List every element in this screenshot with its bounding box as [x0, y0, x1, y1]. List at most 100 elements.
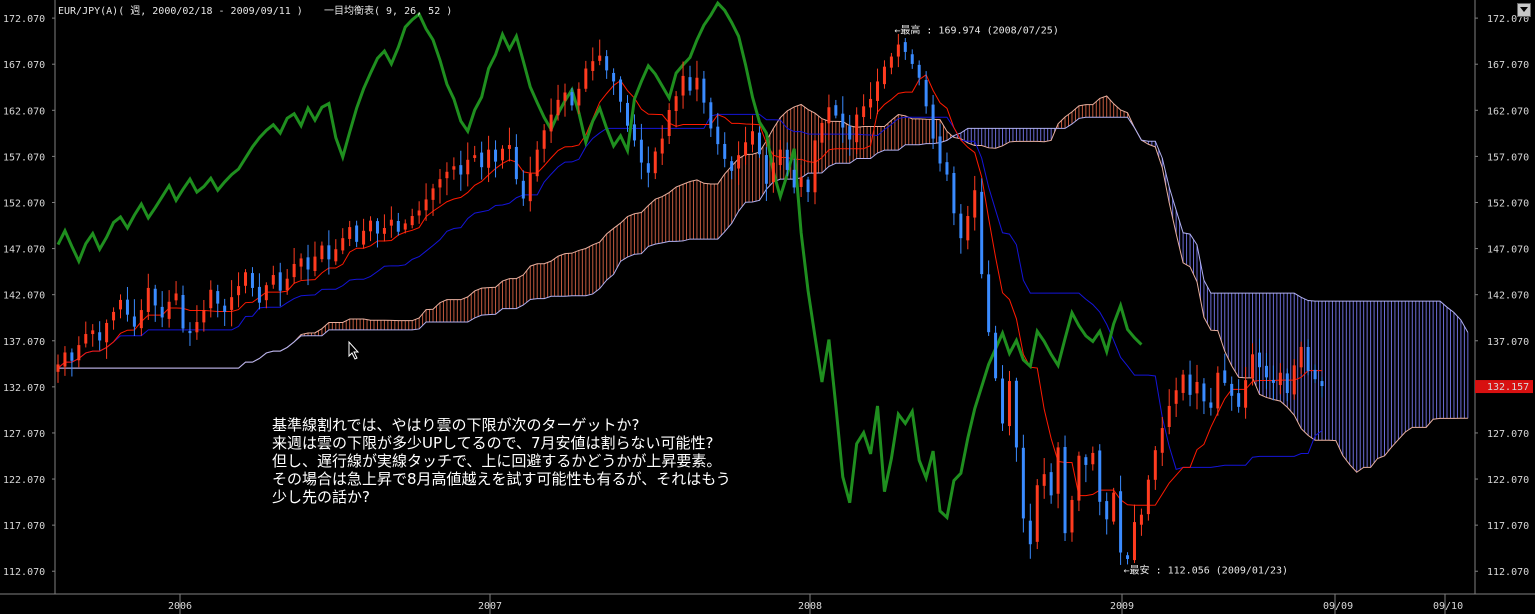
candle-body: [438, 179, 442, 188]
candle-body: [681, 75, 685, 96]
candle-body: [980, 191, 984, 275]
candle-body: [56, 364, 60, 372]
candle-body: [903, 42, 907, 52]
y-tick-label-right: 112.070: [1487, 567, 1529, 578]
candle-body: [417, 210, 421, 216]
candle-body: [292, 263, 296, 278]
candle-body: [1313, 369, 1317, 380]
candle-body: [1299, 346, 1303, 368]
y-tick-label-left: 127.070: [3, 429, 45, 440]
candle-body: [688, 77, 692, 91]
candle-body: [521, 180, 525, 199]
candle-body: [966, 216, 970, 241]
candle-body: [1001, 378, 1005, 424]
candle-body: [542, 130, 546, 149]
y-tick-label-right: 147.070: [1487, 245, 1529, 256]
x-tick-label: 2009: [1110, 601, 1134, 612]
candle-body: [577, 88, 581, 106]
y-tick-label-left: 147.070: [3, 245, 45, 256]
candle-body: [570, 92, 574, 106]
candle-body: [1146, 479, 1150, 515]
candle-body: [195, 322, 199, 333]
candle-body: [674, 96, 678, 112]
candle-body: [445, 171, 449, 179]
ichimoku-chart[interactable]: 172.070 172.070167.070 167.070162.070 162.0…: [0, 0, 1535, 614]
candle-body: [63, 352, 67, 367]
candle-body: [716, 126, 720, 145]
y-tick-label-right: 167.070: [1487, 60, 1529, 71]
candle-body: [320, 245, 324, 260]
candle-body: [91, 330, 95, 335]
candle-body: [264, 285, 268, 301]
candle-body: [938, 136, 942, 164]
candle-body: [188, 331, 192, 334]
candle-body: [1285, 373, 1289, 394]
candle-body: [945, 162, 949, 175]
candle-body: [612, 72, 616, 82]
candle-body: [382, 228, 386, 234]
candle-body: [660, 138, 664, 154]
candle-body: [764, 155, 768, 184]
y-tick-label-left: 167.070: [3, 60, 45, 71]
high-annotation: ←最高 : 169.974 (2008/07/25): [894, 23, 1058, 36]
candle-body: [1202, 383, 1206, 402]
candle-body: [271, 275, 275, 285]
candle-body: [737, 155, 741, 169]
candle-body: [153, 288, 157, 306]
candle-body: [459, 165, 463, 175]
candle-body: [1014, 380, 1018, 448]
candle-body: [1063, 447, 1067, 534]
candle-body: [1042, 474, 1046, 486]
candle-body: [230, 297, 234, 310]
y-tick-label-left: 172.070: [3, 14, 45, 25]
candle-body: [403, 223, 407, 230]
candle-body: [757, 132, 761, 155]
candle-body: [896, 44, 900, 57]
candle-body: [160, 306, 164, 318]
candle-body: [1167, 405, 1171, 427]
candle-body: [132, 316, 136, 327]
candle-body: [1278, 372, 1282, 386]
note-line: 但し、遅行線が実線タッチで、上に回避するかどうかが上昇要素。: [272, 452, 721, 470]
candle-body: [1021, 447, 1025, 519]
candle-body: [792, 169, 796, 188]
candle-body: [1132, 522, 1136, 561]
candle-body: [355, 225, 359, 242]
candle-body: [209, 289, 213, 309]
candle-body: [250, 273, 254, 288]
candle-body: [119, 299, 123, 310]
y-tick-label-left: 132.070: [3, 383, 45, 394]
low-annotation: ←最安 : 112.056 (2009/01/23): [1124, 563, 1289, 576]
candle-body: [646, 163, 650, 173]
candle-body: [362, 230, 366, 245]
candle-body: [507, 145, 511, 149]
candle-body: [1070, 499, 1074, 533]
candle-body: [799, 177, 803, 187]
candle-body: [924, 79, 928, 107]
candle-body: [563, 92, 567, 101]
candle-body: [1251, 354, 1255, 379]
y-tick-label-right: 152.070: [1487, 198, 1529, 209]
y-tick-label-left: 137.070: [3, 337, 45, 348]
candle-body: [917, 64, 921, 78]
x-tick-label: 2007: [478, 601, 502, 612]
candle-body: [334, 249, 338, 262]
candle-body: [480, 152, 484, 168]
candle-body: [632, 124, 636, 141]
candle-body: [785, 149, 789, 170]
note-line: 基準線割れでは、やはり雲の下限が次のターゲットか?: [272, 416, 640, 434]
candle-body: [500, 148, 504, 161]
y-tick-label-left: 142.070: [3, 291, 45, 302]
note-line: その場合は急上昇で8月高値越えを試す可能性も有るが、それはもう: [272, 470, 731, 488]
candle-body: [994, 332, 998, 379]
candle-body: [1091, 452, 1095, 465]
candle-body: [584, 68, 588, 89]
candle-body: [1098, 450, 1102, 502]
candle-body: [653, 151, 657, 174]
candle-body: [959, 213, 963, 239]
candle-body: [1035, 485, 1039, 542]
chevron-down-icon[interactable]: [1517, 3, 1531, 17]
candle-body: [1320, 381, 1324, 387]
candle-body: [869, 98, 873, 108]
candle-body: [591, 61, 595, 71]
